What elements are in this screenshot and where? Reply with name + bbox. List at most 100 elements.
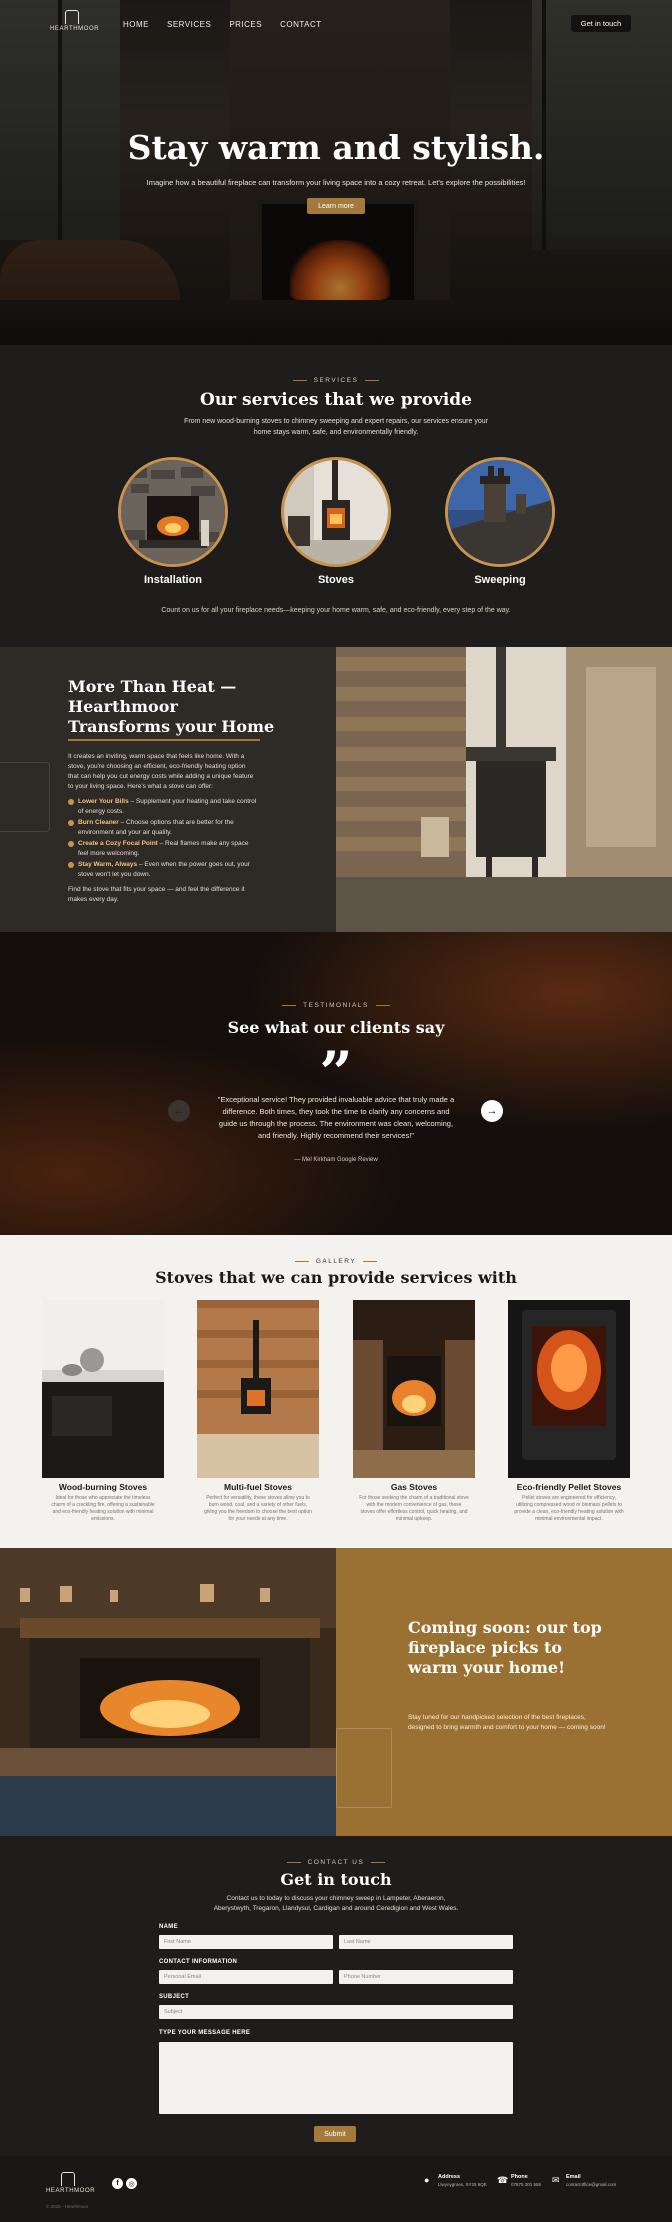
gallery-item-text: For those seeking the charm of a traditi… xyxy=(359,1495,469,1522)
gallery-item-title: Wood-burning Stoves xyxy=(58,1482,148,1492)
service-installation[interactable]: Installation xyxy=(118,457,228,586)
gallery-image xyxy=(42,1300,164,1478)
copyright: © 2025 - Hearthmoor xyxy=(46,2204,89,2209)
gallery-image xyxy=(197,1300,319,1478)
contact-info-label: CONTACT INFORMATION xyxy=(159,1959,238,1965)
gallery-image xyxy=(353,1300,475,1478)
nav-menu: HOME SERVICES PRICES CONTACT xyxy=(123,20,322,29)
service-sweeping[interactable]: Sweeping xyxy=(445,457,555,586)
testimonials-title: See what our clients say xyxy=(227,1018,445,1037)
more-intro: It creates an inviting, warm space that … xyxy=(68,753,254,790)
gallery-title: Stoves that we can provide services with xyxy=(155,1268,517,1287)
logo-icon xyxy=(61,2172,75,2186)
testimonial-quote: "Exceptional service! They provided inva… xyxy=(217,1095,455,1140)
services-description: From new wood-burning stoves to chimney … xyxy=(184,418,488,436)
gallery-eyebrow: GALLERY xyxy=(0,1258,672,1265)
cabin-stove-photo xyxy=(336,647,672,932)
logo-icon xyxy=(65,10,79,24)
coming-soon-section: Coming soon: our top fireplace picks to … xyxy=(0,1548,672,1836)
arrow-right-icon[interactable]: → xyxy=(481,1100,503,1122)
last-name-field[interactable]: Last Name xyxy=(339,1935,513,1949)
coming-soon-text: Stay tuned for our handpicked selection … xyxy=(408,1714,606,1731)
instagram-icon[interactable]: ◎ xyxy=(126,2178,137,2189)
learn-more-button[interactable]: Learn more xyxy=(307,198,365,214)
services-eyebrow: SERVICES xyxy=(0,377,672,384)
address-value: Llwynygroes, SY25 6QE xyxy=(438,2182,487,2187)
testimonial-author: — Mel Kirkham Google Review xyxy=(294,1157,378,1163)
services-title: Our services that we provide xyxy=(200,390,472,410)
phone-value[interactable]: 07875 301 555 xyxy=(511,2182,541,2187)
email-label: Email xyxy=(566,2174,581,2180)
benefit-item: Create a Cozy Focal Point – Real flames … xyxy=(68,839,258,858)
pin-icon: ● xyxy=(424,2175,430,2185)
arrow-left-icon[interactable]: ← xyxy=(168,1100,190,1122)
logo-text: HEARTHMOOR xyxy=(50,26,100,32)
phone-icon: ☎ xyxy=(497,2175,509,2185)
benefit-item: Lower Your Bills – Supplement your heati… xyxy=(68,797,258,816)
service-installation-label: Installation xyxy=(143,574,203,586)
footer-logo[interactable]: HEARTHMOOR xyxy=(46,2172,96,2194)
gallery-item-text: Ideal for those who appreciate the timel… xyxy=(51,1495,155,1522)
contact-section: CONTACT US Get in touch Contact us to to… xyxy=(0,1836,672,2156)
contact-description: Contact us to today to discuss your chim… xyxy=(213,1895,459,1912)
phone-field[interactable]: Phone Number xyxy=(339,1970,513,1984)
nav-item-home[interactable]: HOME xyxy=(123,20,149,29)
hero-overlay xyxy=(0,0,672,345)
services-footer-text: Count on us for all your fireplace needs… xyxy=(161,607,511,614)
nav-item-contact[interactable]: CONTACT xyxy=(280,20,322,29)
more-outro: Find the stove that fits your space — an… xyxy=(68,886,245,903)
more-than-heat-section: More Than Heat — Hearthmoor Transforms y… xyxy=(0,647,672,932)
gallery-image xyxy=(508,1300,630,1478)
services-section: SERVICES Our services that we provide Fr… xyxy=(0,345,672,647)
contact-eyebrow: CONTACT US xyxy=(0,1859,672,1866)
benefit-item: Burn Cleaner – Choose options that are b… xyxy=(68,818,258,837)
mail-icon: ✉ xyxy=(552,2175,560,2185)
address-label: Address xyxy=(438,2174,461,2180)
gallery-item-wood-burning[interactable]: Wood-burning Stoves Ideal for those who … xyxy=(42,1300,164,1523)
submit-button[interactable]: Submit xyxy=(314,2126,356,2142)
nav-item-prices[interactable]: PRICES xyxy=(229,20,262,29)
gallery-item-multi-fuel[interactable]: Multi-fuel Stoves Perfect for versatilit… xyxy=(197,1300,319,1523)
gallery-item-title: Multi-fuel Stoves xyxy=(223,1482,292,1492)
facebook-icon[interactable]: f xyxy=(112,2178,123,2189)
gallery-item-pellet[interactable]: Eco-friendly Pellet Stoves Pellet stoves… xyxy=(508,1300,630,1523)
check-icon xyxy=(68,841,74,847)
fireplace-watermark-icon xyxy=(0,762,50,832)
subject-field[interactable]: Subject xyxy=(159,2005,513,2019)
fireplace-photo xyxy=(0,1548,336,1836)
benefit-item: Stay Warm, Always – Even when the power … xyxy=(68,860,258,879)
gallery-item-title: Gas Stoves xyxy=(390,1482,438,1492)
message-textarea[interactable] xyxy=(159,2042,513,2114)
service-stoves-image xyxy=(281,457,391,567)
first-name-field[interactable]: First Name xyxy=(159,1935,333,1949)
hero-subtitle: Imagine how a beautiful fireplace can tr… xyxy=(146,178,526,187)
subject-label: SUBJECT xyxy=(159,1994,190,2000)
message-label: TYPE YOUR MESSAGE HERE xyxy=(159,2030,251,2036)
more-title: More Than Heat — Hearthmoor Transforms y… xyxy=(68,677,275,736)
check-icon xyxy=(68,820,74,826)
logo[interactable]: HEARTHMOOR xyxy=(50,10,100,32)
fireplace-watermark-icon xyxy=(336,1728,392,1808)
gallery-section: GALLERY Stoves that we can provide servi… xyxy=(0,1235,672,1548)
logo-text: HEARTHMOOR xyxy=(46,2188,96,2194)
check-icon xyxy=(68,862,74,868)
hero-section: HEARTHMOOR HOME SERVICES PRICES CONTACT … xyxy=(0,0,672,345)
gallery-item-title: Eco-friendly Pellet Stoves xyxy=(516,1482,622,1492)
top-nav: HEARTHMOOR HOME SERVICES PRICES CONTACT … xyxy=(0,0,672,46)
gallery-item-gas[interactable]: Gas Stoves For those seeking the charm o… xyxy=(353,1300,475,1523)
check-icon xyxy=(68,799,74,805)
service-sweeping-label: Sweeping xyxy=(474,574,526,586)
testimonials-section: TESTIMONIALS See what our clients say ” … xyxy=(0,932,672,1235)
email-field[interactable]: Personal Email xyxy=(159,1970,333,1984)
footer: HEARTHMOOR © 2025 - Hearthmoor f ◎ ● Add… xyxy=(0,2156,672,2222)
name-label: NAME xyxy=(159,1924,178,1930)
benefits-list: Lower Your Bills – Supplement your heati… xyxy=(68,797,258,881)
email-value[interactable]: contactoffice@gmail.com xyxy=(566,2182,616,2187)
gallery-item-text: Pellet stoves are engineered for efficie… xyxy=(514,1495,624,1522)
more-title-underline xyxy=(68,739,260,741)
get-in-touch-button[interactable]: Get in touch xyxy=(571,15,631,32)
hero-title: Stay warm and stylish. xyxy=(127,128,545,167)
service-stoves-label: Stoves xyxy=(317,574,355,586)
nav-item-services[interactable]: SERVICES xyxy=(167,20,211,29)
service-stoves[interactable]: Stoves xyxy=(281,457,391,586)
